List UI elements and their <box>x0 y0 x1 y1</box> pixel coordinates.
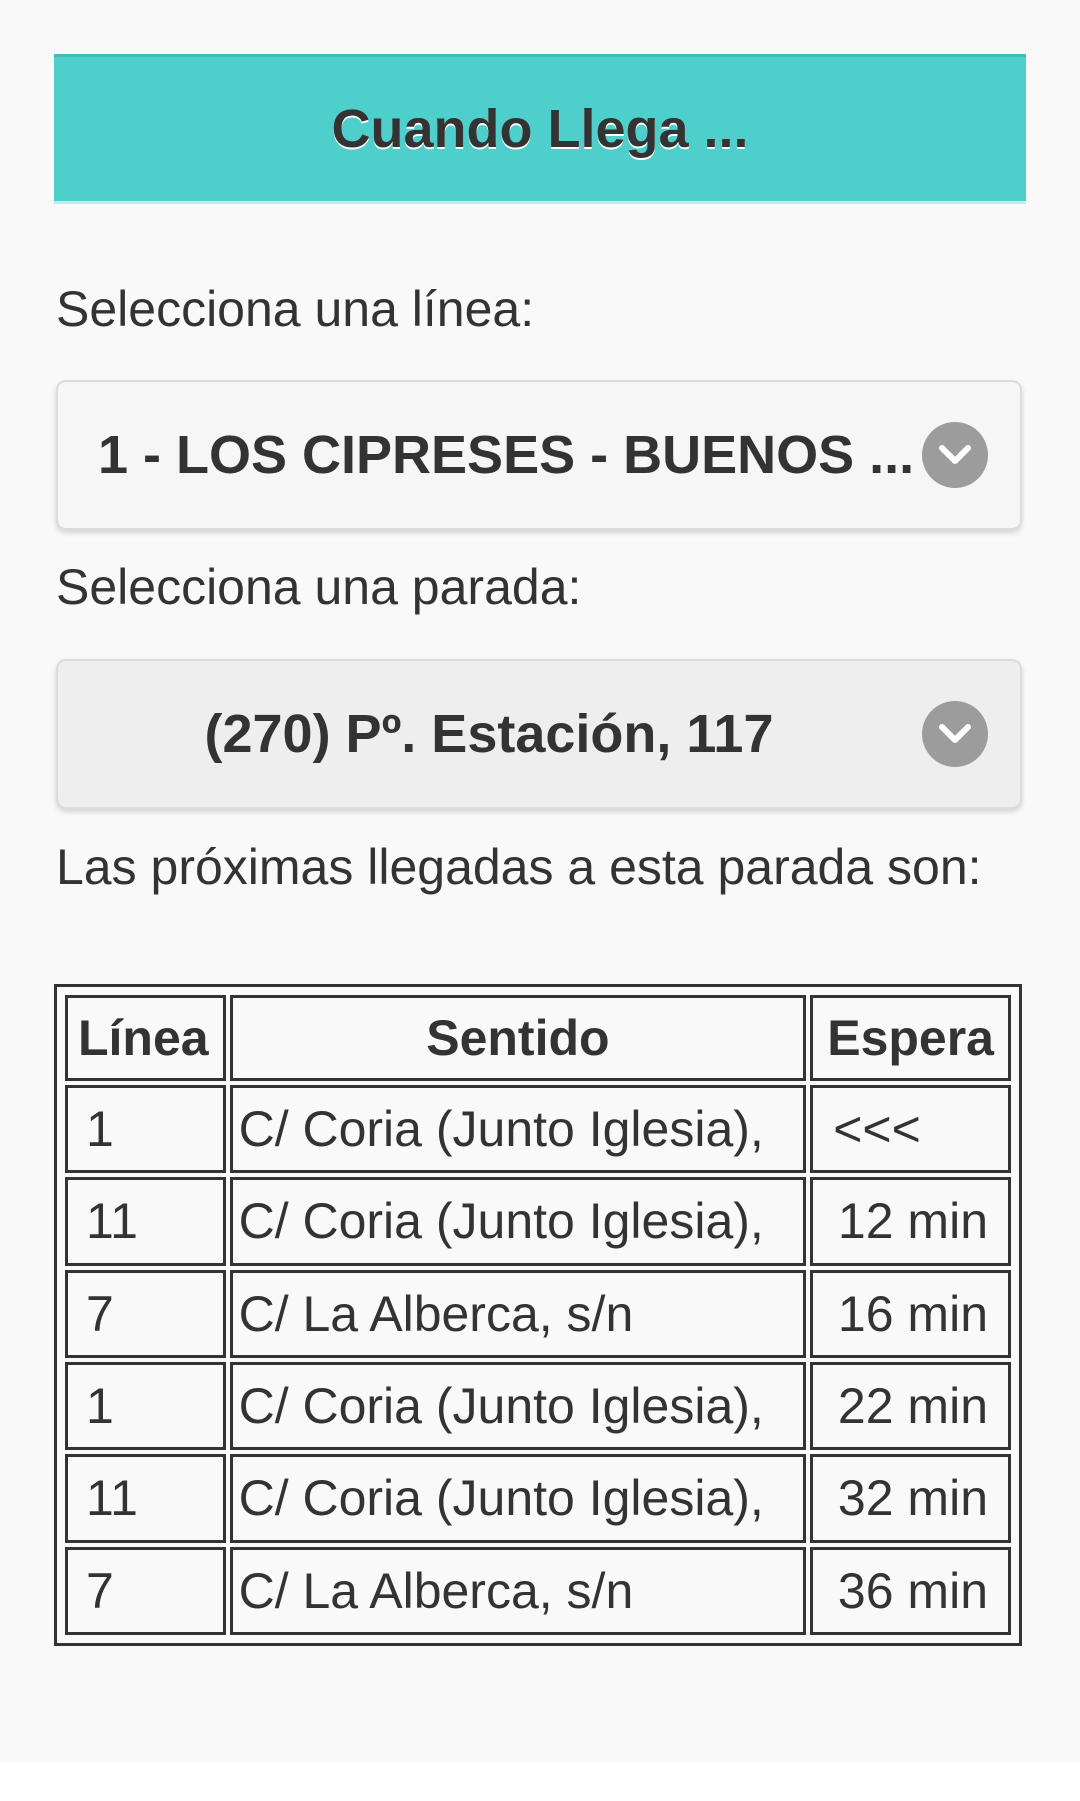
table-row: 7 C/ La Alberca, s/n 16 min <box>65 1269 1011 1358</box>
cell-linea: 11 <box>65 1177 226 1266</box>
page: Cuando Llega ... Selecciona una línea: 1… <box>0 0 1080 1762</box>
column-header-linea: Línea <box>65 995 226 1081</box>
app-title: Cuando Llega ... <box>331 99 749 159</box>
line-select[interactable]: 1 - LOS CIPRESES - BUENOS ... <box>56 380 1022 530</box>
arrivals-label: Las próximas llegadas a esta parada son: <box>56 839 982 895</box>
cell-sentido: C/ La Alberca, s/n <box>229 1546 807 1635</box>
cell-sentido: C/ Coria (Junto Iglesia), <box>229 1177 807 1266</box>
table-row: 11 C/ Coria (Junto Iglesia), 32 min <box>65 1454 1011 1543</box>
table-row: 7 C/ La Alberca, s/n 36 min <box>65 1546 1011 1635</box>
cell-sentido: C/ Coria (Junto Iglesia), <box>229 1085 807 1174</box>
cell-espera: 22 min <box>810 1361 1011 1451</box>
stop-select-value: (270) Pº. Estación, 117 <box>204 704 774 764</box>
column-header-sentido: Sentido <box>229 995 807 1081</box>
stop-select-label: Selecciona una parada: <box>56 559 582 615</box>
line-select-value: 1 - LOS CIPRESES - BUENOS ... <box>98 425 915 485</box>
cell-linea: 7 <box>65 1546 226 1635</box>
line-select-label: Selecciona una línea: <box>56 281 535 337</box>
table-row: 1 C/ Coria (Junto Iglesia), <<< <box>65 1085 1011 1174</box>
arrivals-table: Línea Sentido Espera 1 C/ Coria (Junto I… <box>54 984 1022 1646</box>
cell-linea: 7 <box>65 1269 226 1358</box>
cell-espera: <<< <box>810 1085 1011 1174</box>
cell-espera: 12 min <box>810 1177 1011 1266</box>
cell-sentido: C/ La Alberca, s/n <box>229 1269 807 1358</box>
cell-linea: 1 <box>65 1361 226 1451</box>
cell-espera: 32 min <box>810 1454 1011 1543</box>
chevron-down-icon <box>922 701 988 767</box>
cell-espera: 36 min <box>810 1546 1011 1635</box>
table-row: 11 C/ Coria (Junto Iglesia), 12 min <box>65 1177 1011 1266</box>
table-row: 1 C/ Coria (Junto Iglesia), 22 min <box>65 1361 1011 1451</box>
column-header-espera: Espera <box>810 995 1011 1081</box>
cell-linea: 11 <box>65 1454 226 1543</box>
cell-linea: 1 <box>65 1085 226 1174</box>
cell-sentido: C/ Coria (Junto Iglesia), <box>229 1361 807 1451</box>
app-header: Cuando Llega ... <box>54 54 1026 204</box>
cell-espera: 16 min <box>810 1269 1011 1358</box>
stop-select[interactable]: (270) Pº. Estación, 117 <box>56 659 1022 809</box>
table-header-row: Línea Sentido Espera <box>65 995 1011 1081</box>
chevron-down-icon <box>922 422 988 488</box>
cell-sentido: C/ Coria (Junto Iglesia), <box>229 1454 807 1543</box>
